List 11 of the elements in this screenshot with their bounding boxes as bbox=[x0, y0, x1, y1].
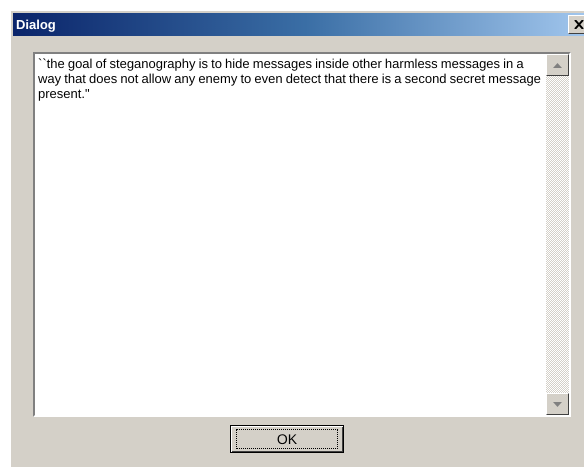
scrollbar[interactable] bbox=[546, 54, 569, 415]
close-icon bbox=[574, 20, 584, 29]
text-area[interactable]: ``the goal of steganography is to hide messages inside other harmless messages in a way that does not allow any enemy to even detect that there is a second secret message present." bbox=[33, 52, 571, 417]
scroll-down-button[interactable] bbox=[546, 393, 569, 415]
close-button[interactable] bbox=[568, 15, 584, 34]
scroll-up-button[interactable] bbox=[546, 54, 569, 76]
window-title: Dialog bbox=[16, 17, 56, 32]
down-arrow-icon bbox=[553, 402, 562, 406]
up-arrow-icon bbox=[553, 62, 562, 68]
message-text: ``the goal of steganography is to hide messages inside other harmless messages in a way that does not allow any enemy to even detect that there is a second secret message present." bbox=[37, 55, 542, 103]
ok-button[interactable]: OK bbox=[230, 425, 344, 453]
